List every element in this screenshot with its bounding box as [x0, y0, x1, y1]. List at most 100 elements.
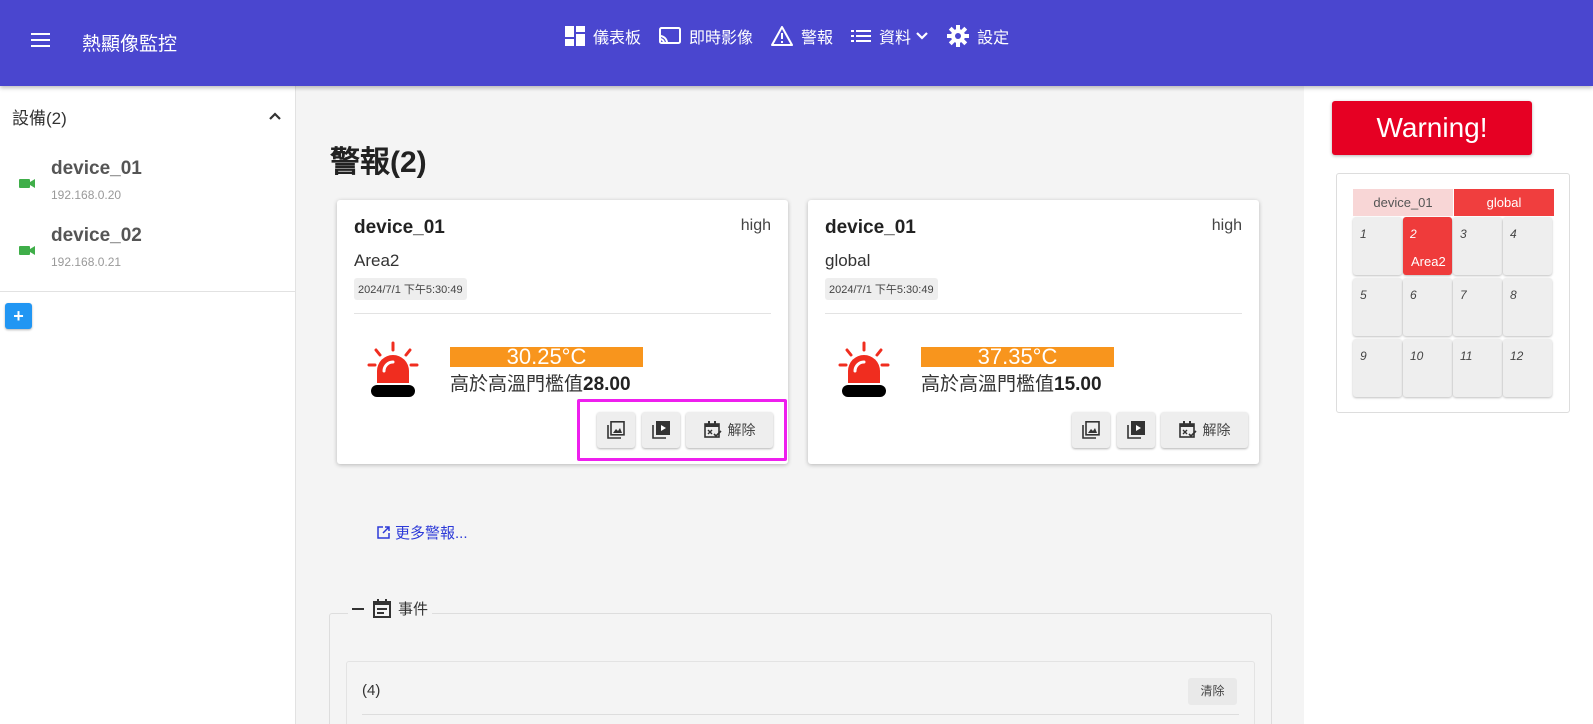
menu-icon[interactable] [26, 29, 56, 55]
dashboard-icon [565, 26, 585, 46]
cast-icon [659, 27, 682, 44]
tab-global[interactable]: global [1454, 189, 1554, 216]
chevron-down-icon [916, 32, 928, 40]
device-name: device_02 [51, 225, 142, 246]
cell-number: 1 [1360, 227, 1367, 241]
cell-label: Area2 [1411, 254, 1446, 269]
alert-device: device_01 [825, 217, 916, 238]
app-title: 熱顯像監控 [82, 34, 178, 55]
area-cell[interactable]: 8 [1503, 278, 1552, 336]
devices-header-label: 設備(2) [12, 108, 67, 128]
threshold-label: 高於高溫門檻值 [921, 374, 1055, 395]
cell-number: 8 [1510, 288, 1517, 302]
alert-level: high [1211, 217, 1242, 234]
divider [825, 313, 1242, 314]
view-image-button[interactable] [1072, 412, 1110, 448]
tab-device-01[interactable]: device_01 [1353, 189, 1453, 216]
nav-dashboard[interactable]: 儀表板 [565, 24, 641, 48]
area-cell[interactable]: 9 [1353, 339, 1402, 397]
legend-dash [352, 607, 364, 610]
play-video-button[interactable] [1117, 412, 1155, 448]
image-icon [1082, 421, 1100, 439]
image-icon [607, 421, 625, 439]
clear-events-button[interactable]: 清除 [1188, 678, 1237, 705]
area-cell[interactable]: 7 [1453, 278, 1502, 336]
event-busy-icon [1178, 421, 1197, 438]
list-icon [851, 30, 872, 42]
warning-button[interactable]: Warning! [1332, 101, 1532, 155]
more-alerts-label: 更多警報... [395, 525, 468, 542]
events-legend: 事件 [348, 598, 433, 619]
event-busy-icon [703, 421, 722, 438]
device-item-01[interactable]: device_01 192.168.0.20 [0, 158, 295, 218]
alert-time: 2024/7/1 下午5:30:49 [354, 278, 467, 300]
add-device-button[interactable]: + [5, 303, 32, 329]
area-cell-active[interactable]: 2 Area2 [1403, 217, 1452, 275]
cell-number: 7 [1460, 288, 1467, 302]
nav-data-label: 資料 [879, 30, 912, 47]
divider [0, 291, 295, 292]
events-legend-label: 事件 [398, 601, 429, 618]
threshold-text: 高於高溫門檻值15.00 [921, 369, 1102, 396]
nav-data[interactable]: 資料 [851, 24, 929, 48]
nav-alerts[interactable]: 警報 [771, 24, 833, 48]
cell-number: 2 [1410, 227, 1417, 241]
dismiss-label: 解除 [727, 422, 756, 438]
cell-number: 9 [1360, 349, 1367, 363]
chevron-up-icon [269, 112, 281, 120]
main-nav: 儀表板 即時影像 警報 資料 設定 [565, 22, 1027, 50]
area-cell[interactable]: 6 [1403, 278, 1452, 336]
divider [362, 714, 1239, 715]
nav-live-label: 即時影像 [689, 30, 754, 47]
events-count: (4) [362, 682, 381, 699]
top-app-bar: 熱顯像監控 儀表板 即時影像 警報 資料 設定 [0, 0, 1593, 86]
divider [354, 313, 771, 314]
cell-number: 3 [1460, 227, 1467, 241]
devices-header[interactable]: 設備(2) [12, 104, 282, 128]
alert-card: device_01 high global 2024/7/1 下午5:30:49… [808, 200, 1259, 464]
area-cell[interactable]: 10 [1403, 339, 1452, 397]
cell-number: 4 [1510, 227, 1517, 241]
alert-card: device_01 high Area2 2024/7/1 下午5:30:49 … [337, 200, 788, 464]
area-grid: device_01 global 1 2 Area2 3 4 5 6 7 8 9 … [1336, 173, 1570, 413]
nav-settings[interactable]: 設定 [947, 24, 1009, 48]
area-cell[interactable]: 3 [1453, 217, 1502, 275]
alert-time: 2024/7/1 下午5:30:49 [825, 278, 938, 300]
more-alerts-link[interactable]: 更多警報... [377, 522, 468, 543]
area-cell[interactable]: 12 [1503, 339, 1552, 397]
threshold-value: 15.00 [1054, 374, 1102, 395]
dismiss-label: 解除 [1202, 422, 1231, 438]
area-cell[interactable]: 5 [1353, 278, 1402, 336]
threshold-text: 高於高溫門檻值28.00 [450, 369, 631, 396]
device-ip: 192.168.0.21 [51, 255, 122, 269]
dismiss-button[interactable]: 解除 [686, 412, 773, 448]
cell-number: 12 [1510, 349, 1524, 363]
device-name: device_01 [51, 158, 142, 179]
alert-area: global [825, 251, 871, 270]
event-note-icon [373, 599, 391, 618]
open-in-new-icon [377, 526, 390, 539]
device-item-02[interactable]: device_02 192.168.0.21 [0, 225, 295, 285]
area-cell[interactable]: 4 [1503, 217, 1552, 275]
temperature-badge: 30.25°C [450, 346, 643, 368]
area-cell[interactable]: 11 [1453, 339, 1502, 397]
play-video-button[interactable] [642, 412, 680, 448]
alert-device: device_01 [354, 217, 445, 238]
dismiss-button[interactable]: 解除 [1161, 412, 1248, 448]
alert-level: high [740, 217, 771, 234]
siren-icon [838, 341, 890, 397]
threshold-value: 28.00 [583, 374, 631, 395]
siren-icon [367, 341, 419, 397]
area-cell[interactable]: 1 [1353, 217, 1402, 275]
threshold-label: 高於高溫門檻值 [450, 374, 584, 395]
cell-number: 5 [1360, 288, 1367, 302]
cell-number: 11 [1460, 349, 1473, 363]
alert-area: Area2 [354, 251, 400, 270]
view-image-button[interactable] [597, 412, 635, 448]
device-sidebar: 設備(2) device_01 192.168.0.20 device_02 1… [0, 86, 296, 724]
area-panel: Warning! device_01 global 1 2 Area2 3 4 5… [1304, 86, 1593, 724]
nav-alerts-label: 警報 [801, 30, 834, 47]
nav-dashboard-label: 儀表板 [593, 30, 642, 47]
video-library-icon [652, 421, 670, 439]
nav-live[interactable]: 即時影像 [659, 24, 753, 48]
